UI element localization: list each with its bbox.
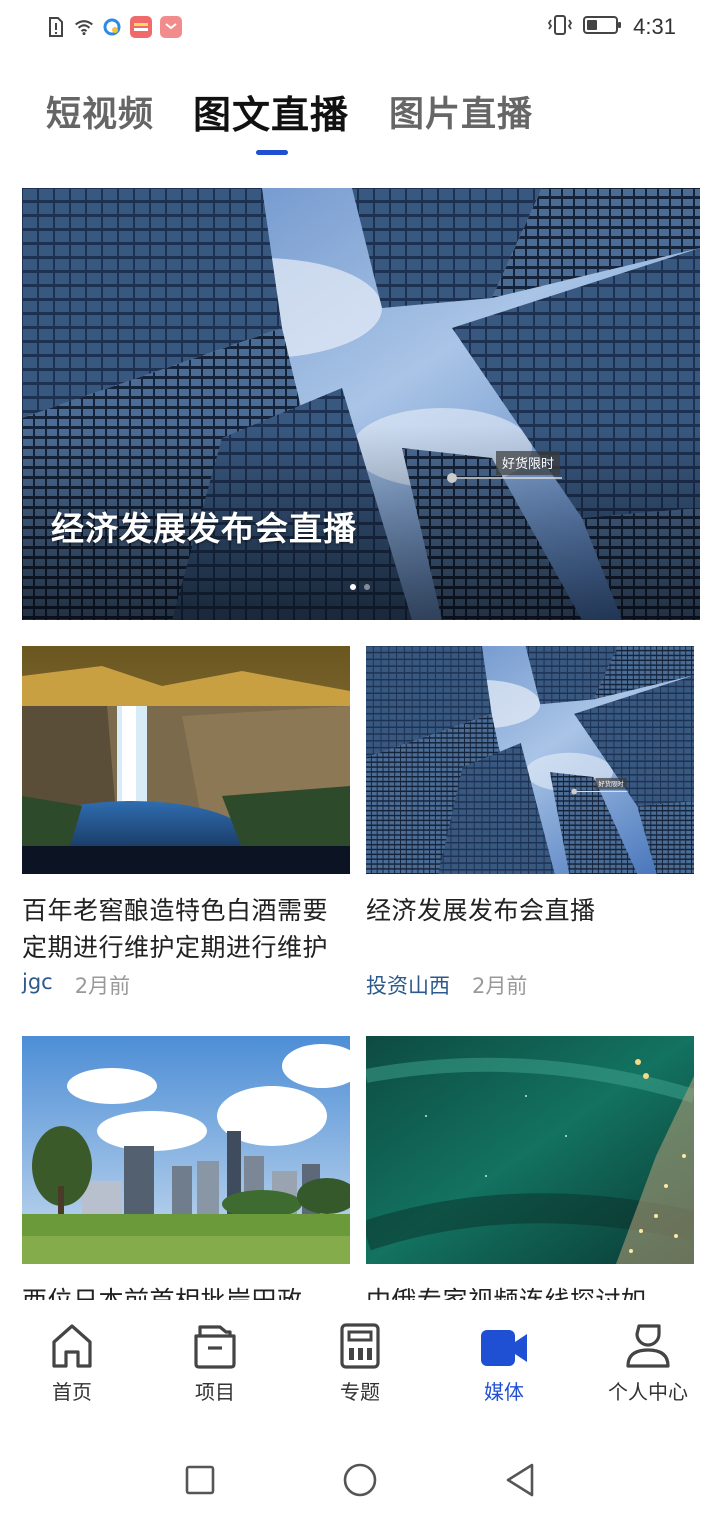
app-notification-icon	[130, 16, 152, 38]
carousel-dot	[350, 584, 356, 590]
skyscrapers-image: 好货限时	[22, 188, 700, 620]
card-title: 经济发展发布会直播	[366, 896, 596, 925]
nav-label: 媒体	[484, 1380, 524, 1404]
home-icon	[12, 1310, 132, 1370]
wifi-icon	[74, 16, 94, 38]
bottom-nav: 首页 项目 专题 媒体 个人中心	[0, 1310, 720, 1435]
vibrate-icon	[547, 14, 573, 40]
banner-carousel[interactable]: 好货限时 经济发展发布会直播	[22, 188, 700, 620]
green-festive-image	[366, 1036, 694, 1264]
circle-icon	[343, 1463, 377, 1497]
city-park-image	[22, 1036, 350, 1264]
card-time: 2月前	[472, 974, 528, 998]
nav-label: 首页	[52, 1380, 92, 1404]
card-thumbnail	[22, 1036, 350, 1264]
card-meta: jgc 2月前	[22, 970, 350, 1000]
sim-alert-icon	[46, 16, 66, 38]
back-triangle-icon	[506, 1463, 534, 1497]
article-card[interactable]: 中俄专家视频连线探讨如	[366, 1036, 694, 1300]
square-icon	[185, 1465, 215, 1495]
nav-label: 项目	[195, 1380, 235, 1404]
card-source[interactable]: jgc	[22, 970, 53, 1000]
content-tabs: 短视频 图文直播 图片直播	[0, 86, 720, 166]
system-nav-bar	[0, 1448, 720, 1512]
recents-button[interactable]	[182, 1462, 218, 1498]
card-title: 西位日本前首相批岸田政	[22, 1282, 350, 1300]
nav-label: 专题	[340, 1380, 380, 1404]
article-card[interactable]: 好货限时 经济发展发布会直播 投资山西 2月前	[366, 646, 694, 1000]
tab-text-live[interactable]: 图文直播	[193, 84, 349, 139]
skyscrapers-image: 好货限时	[366, 646, 694, 874]
nav-home[interactable]: 首页	[12, 1310, 132, 1405]
card-meta: 投资山西 2月前	[366, 970, 694, 1000]
card-thumbnail	[22, 646, 350, 874]
battery-icon	[583, 14, 623, 40]
feed-row-clipped: 西位日本前首相批岸田政	[0, 1036, 720, 1300]
nav-media[interactable]: 媒体	[444, 1310, 564, 1405]
video-camera-icon	[444, 1310, 564, 1370]
status-bar: 4:31	[0, 0, 720, 56]
carousel-dot	[364, 584, 370, 590]
nav-profile[interactable]: 个人中心	[588, 1310, 708, 1405]
back-button[interactable]	[502, 1462, 538, 1498]
article-card[interactable]: 西位日本前首相批岸田政	[22, 1036, 350, 1300]
carousel-dots	[350, 584, 370, 590]
card-time: 2月前	[74, 974, 131, 998]
folder-icon	[155, 1310, 275, 1370]
tab-indicator	[256, 150, 288, 155]
app-notification-icon	[102, 16, 122, 38]
card-title: 百年老窖酿造特色白酒需要 定期进行维护定期进行维护	[22, 896, 329, 962]
nav-label: 个人中心	[608, 1380, 688, 1404]
person-icon	[588, 1310, 708, 1370]
waterfall-image	[22, 646, 350, 874]
status-left	[46, 16, 182, 38]
tab-photo-live[interactable]: 图片直播	[389, 86, 533, 137]
article-card[interactable]: 百年老窖酿造特色白酒需要 定期进行维护定期进行维护 jgc 2月前	[22, 646, 350, 1000]
banner-overlay-tag: 好货限时	[502, 456, 554, 472]
nav-project[interactable]: 项目	[155, 1310, 275, 1405]
calculator-icon	[300, 1310, 420, 1370]
card-source[interactable]: 投资山西	[366, 970, 450, 1000]
card-thumbnail: 好货限时	[366, 646, 694, 874]
card-title: 中俄专家视频连线探讨如	[366, 1282, 694, 1300]
status-right: 4:31	[547, 14, 676, 40]
banner-title: 经济发展发布会直播	[51, 509, 357, 548]
status-time: 4:31	[633, 14, 676, 39]
app-notification-icon	[160, 16, 182, 38]
home-button[interactable]	[342, 1462, 378, 1498]
tab-short-video[interactable]: 短视频	[46, 86, 154, 137]
card-thumbnail	[366, 1036, 694, 1264]
nav-topics[interactable]: 专题	[300, 1310, 420, 1405]
